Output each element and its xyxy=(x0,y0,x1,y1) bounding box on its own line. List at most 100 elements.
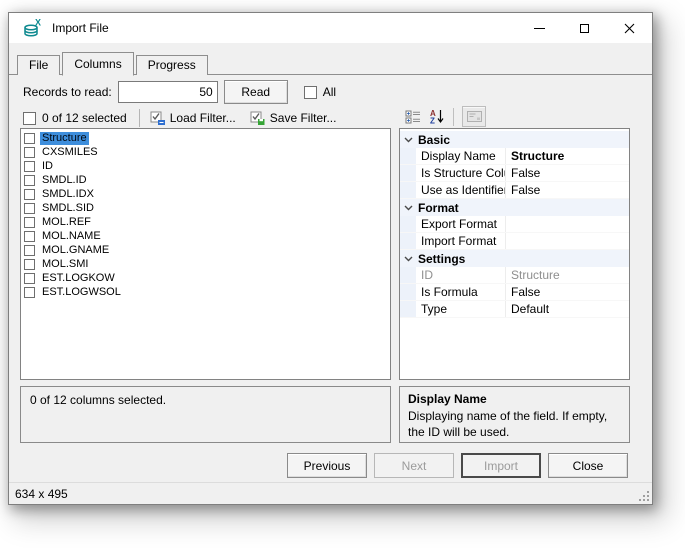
load-filter-button[interactable]: Load Filter... xyxy=(150,111,236,126)
row-gutter xyxy=(400,301,416,317)
column-checkbox[interactable] xyxy=(24,273,35,284)
filter-bar: 0 of 12 selected Load Filter... Save Fil… xyxy=(23,107,350,129)
close-button[interactable]: Close xyxy=(548,453,628,478)
property-value[interactable] xyxy=(505,216,629,232)
property-category-row[interactable]: Basic xyxy=(400,131,629,148)
column-checkbox[interactable] xyxy=(24,203,35,214)
column-label[interactable]: SMDL.ID xyxy=(40,174,89,187)
property-value[interactable]: Structure xyxy=(505,267,629,283)
columns-listbox[interactable]: StructureCXSMILESIDSMDL.IDSMDL.IDXSMDL.S… xyxy=(20,128,391,380)
column-label[interactable]: EST.LOGKOW xyxy=(40,272,117,285)
previous-button[interactable]: Previous xyxy=(287,453,367,478)
column-checkbox[interactable] xyxy=(24,189,35,200)
property-value[interactable]: False xyxy=(505,165,629,181)
selected-count-label[interactable]: 0 of 12 selected xyxy=(42,111,127,125)
close-icon xyxy=(624,23,635,34)
list-item[interactable]: EST.LOGWSOL xyxy=(21,285,390,299)
column-checkbox[interactable] xyxy=(24,161,35,172)
column-checkbox[interactable] xyxy=(24,133,35,144)
database-stack-x-icon: X xyxy=(22,17,44,39)
property-value[interactable]: False xyxy=(505,284,629,300)
list-item[interactable]: SMDL.IDX xyxy=(21,187,390,201)
import-button[interactable]: Import xyxy=(461,453,541,478)
tab-file[interactable]: File xyxy=(17,55,60,75)
records-bar: Records to read: Read All xyxy=(23,79,336,105)
property-category-row[interactable]: Format xyxy=(400,199,629,216)
minimize-button[interactable] xyxy=(517,13,562,43)
property-row[interactable]: Is FormulaFalse xyxy=(400,284,629,301)
column-label[interactable]: CXSMILES xyxy=(40,146,100,159)
categorized-view-button[interactable] xyxy=(401,106,425,127)
property-row[interactable]: Export Format xyxy=(400,216,629,233)
dimensions-status-text: 634 x 495 xyxy=(15,487,68,501)
next-button[interactable]: Next xyxy=(374,453,454,478)
column-checkbox[interactable] xyxy=(24,245,35,256)
row-gutter xyxy=(400,165,416,181)
property-value[interactable]: Default xyxy=(505,301,629,317)
column-checkbox[interactable] xyxy=(24,175,35,186)
maximize-button[interactable] xyxy=(562,13,607,43)
list-item[interactable]: MOL.GNAME xyxy=(21,243,390,257)
column-label[interactable]: Structure xyxy=(40,132,89,145)
column-label[interactable]: SMDL.SID xyxy=(40,202,96,215)
list-item[interactable]: SMDL.SID xyxy=(21,201,390,215)
column-checkbox[interactable] xyxy=(24,217,35,228)
save-filter-button[interactable]: Save Filter... xyxy=(250,111,337,126)
column-label[interactable]: MOL.NAME xyxy=(40,230,103,243)
checkbox-save-icon xyxy=(250,111,266,126)
tabstrip: FileColumnsProgress xyxy=(9,51,652,75)
property-row[interactable]: IDStructure xyxy=(400,267,629,284)
read-button[interactable]: Read xyxy=(224,80,288,104)
select-all-checkbox[interactable] xyxy=(23,112,36,125)
records-to-read-input[interactable] xyxy=(118,81,218,103)
close-button[interactable] xyxy=(607,13,652,43)
property-row[interactable]: Use as IdentifierFalse xyxy=(400,182,629,199)
collapse-chevron-icon[interactable] xyxy=(400,250,416,267)
records-to-read-label: Records to read: xyxy=(23,85,112,99)
list-item[interactable]: MOL.SMI xyxy=(21,257,390,271)
statusbar: 634 x 495 xyxy=(9,482,652,504)
column-checkbox[interactable] xyxy=(24,147,35,158)
sort-alphabetical-button[interactable]: A Z xyxy=(425,106,449,127)
all-checkbox[interactable] xyxy=(304,86,317,99)
column-checkbox[interactable] xyxy=(24,287,35,298)
property-grid[interactable]: BasicDisplay NameStructureIs Structure C… xyxy=(399,128,630,380)
column-label[interactable]: MOL.GNAME xyxy=(40,244,111,257)
list-item[interactable]: EST.LOGKOW xyxy=(21,271,390,285)
list-item[interactable]: MOL.REF xyxy=(21,215,390,229)
svg-text:Z: Z xyxy=(430,117,435,125)
maximize-icon xyxy=(580,24,589,33)
tab-progress[interactable]: Progress xyxy=(136,55,208,75)
titlebar[interactable]: X Import File xyxy=(9,13,652,43)
property-row[interactable]: TypeDefault xyxy=(400,301,629,318)
list-item[interactable]: SMDL.ID xyxy=(21,173,390,187)
column-label[interactable]: SMDL.IDX xyxy=(40,188,96,201)
list-item[interactable]: Structure xyxy=(21,131,390,145)
column-checkbox[interactable] xyxy=(24,231,35,242)
property-category-row[interactable]: Settings xyxy=(400,250,629,267)
list-item[interactable]: CXSMILES xyxy=(21,145,390,159)
resize-grip-icon[interactable] xyxy=(639,491,649,501)
column-label[interactable]: ID xyxy=(40,160,55,173)
all-checkbox-label[interactable]: All xyxy=(323,85,336,99)
collapse-chevron-icon[interactable] xyxy=(400,199,416,216)
property-row[interactable]: Display NameStructure xyxy=(400,148,629,165)
column-checkbox[interactable] xyxy=(24,259,35,270)
row-gutter xyxy=(400,233,416,249)
property-value[interactable]: False xyxy=(505,182,629,198)
property-value[interactable]: Structure xyxy=(505,148,629,164)
property-label: Display Name xyxy=(416,149,505,163)
list-item[interactable]: MOL.NAME xyxy=(21,229,390,243)
property-pages-icon xyxy=(467,111,482,122)
column-label[interactable]: MOL.REF xyxy=(40,216,93,229)
column-label[interactable]: MOL.SMI xyxy=(40,258,90,271)
list-item[interactable]: ID xyxy=(21,159,390,173)
property-row[interactable]: Import Format xyxy=(400,233,629,250)
column-label[interactable]: EST.LOGWSOL xyxy=(40,286,123,299)
property-description-panel: Display Name Displaying name of the fiel… xyxy=(399,386,630,443)
property-value[interactable] xyxy=(505,233,629,249)
property-row[interactable]: Is Structure ColumnFalse xyxy=(400,165,629,182)
property-label: Is Formula xyxy=(416,285,505,299)
collapse-chevron-icon[interactable] xyxy=(400,131,416,148)
tab-columns[interactable]: Columns xyxy=(62,52,133,76)
